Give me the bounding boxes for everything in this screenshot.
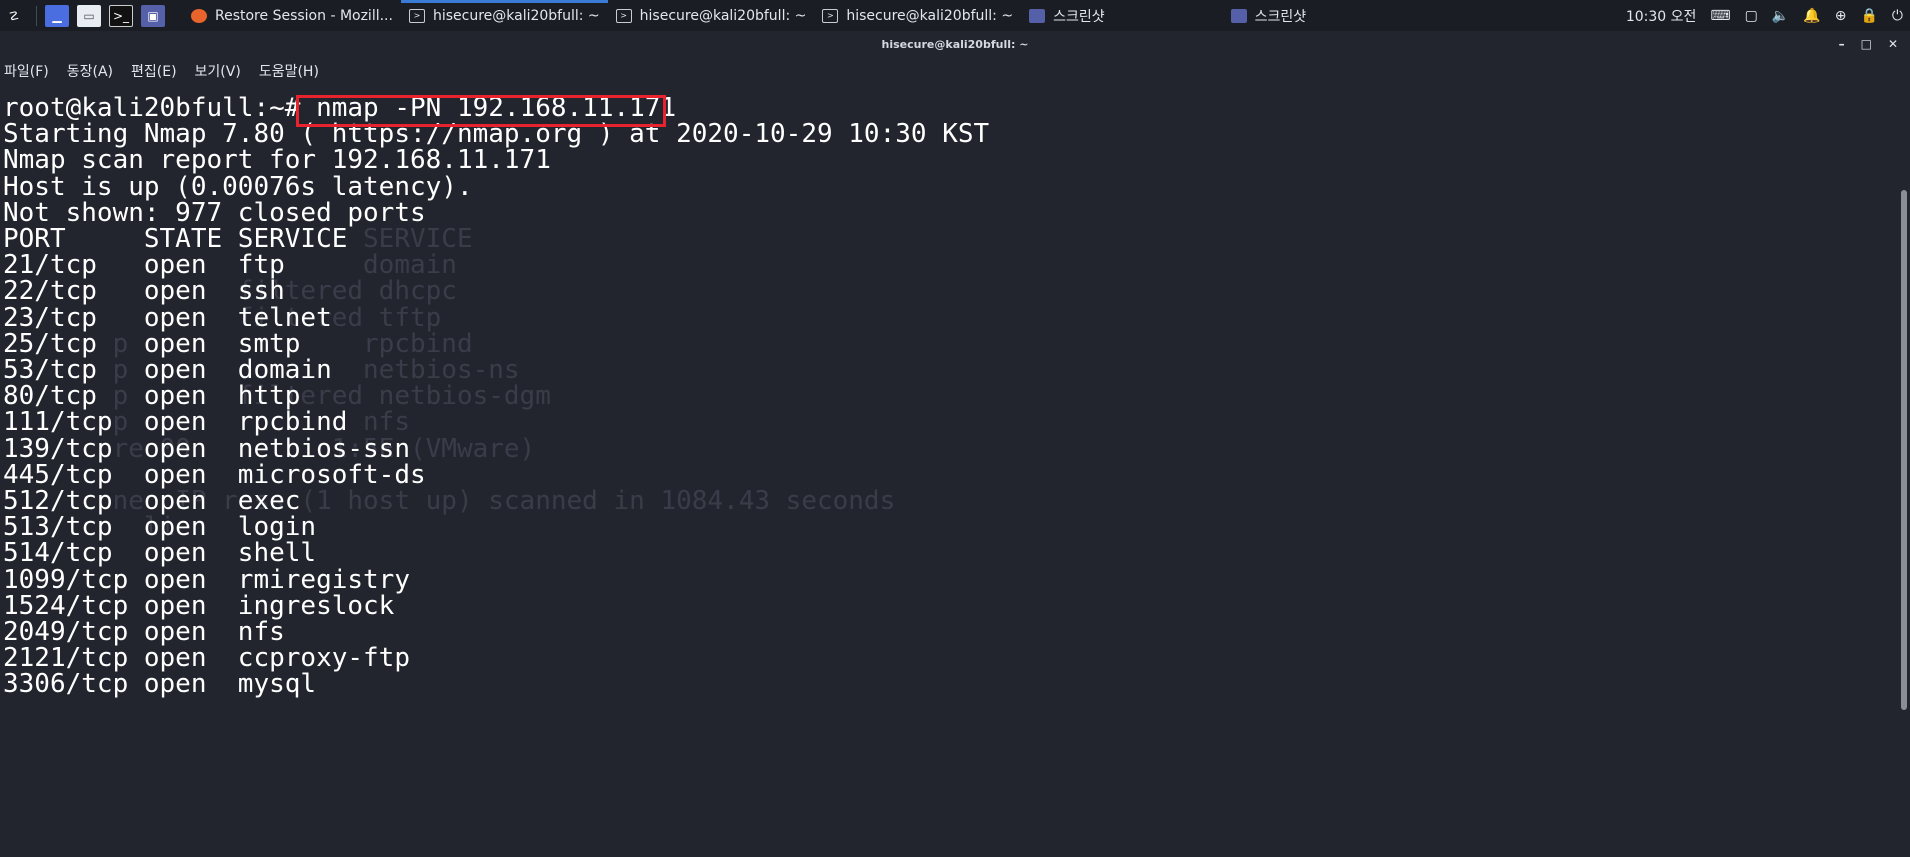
window-title: hisecure@kali20bfull: ~ [881, 37, 1029, 51]
menu-help[interactable]: 도움말(H) [259, 61, 319, 81]
clock[interactable]: 10:30 오전 [1626, 6, 1697, 26]
menu-bar: 파일(F) 동장(A) 편집(E) 보기(V) 도움말(H) [0, 57, 1910, 85]
scrollbar[interactable] [1896, 90, 1910, 857]
task-screenshot-1[interactable]: 스크린샷 [1021, 0, 1113, 31]
menu-file[interactable]: 파일(F) [4, 61, 49, 81]
file-manager-icon[interactable]: ▭ [77, 4, 101, 27]
update-icon[interactable]: ⊕ [1835, 8, 1847, 24]
task-screenshot-2[interactable]: 스크린샷 [1223, 0, 1315, 31]
task-label: 스크린샷 [1254, 8, 1307, 25]
terminal-icon: > [408, 8, 425, 23]
terminal-launcher-icon[interactable]: >_ [109, 4, 133, 27]
window-controls: – □ ✕ [1831, 31, 1906, 57]
menu-edit[interactable]: 편집(E) [131, 61, 177, 81]
menu-view[interactable]: 보기(V) [195, 61, 241, 81]
task-terminal-3[interactable]: > hisecure@kali20bfull: ~ [814, 0, 1021, 31]
firefox-icon [191, 8, 207, 23]
task-label: hisecure@kali20bfull: ~ [639, 7, 807, 24]
system-tray: 10:30 오전 ⌨ ▢ 🔈 🔔 ⊕ 🔒 ⏻ [1619, 0, 1910, 31]
scrollbar-thumb[interactable] [1901, 190, 1907, 710]
task-terminal-1[interactable]: > hisecure@kali20bfull: ~ [400, 0, 608, 31]
display-icon[interactable]: ▢ [1745, 8, 1758, 24]
terminal-icon: > [615, 8, 632, 23]
volume-icon[interactable]: 🔈 [1772, 8, 1789, 24]
task-label: Restore Session - Mozill... [215, 7, 393, 24]
menu-actions[interactable]: 동장(A) [67, 61, 113, 81]
screenshot-icon [1029, 8, 1046, 23]
task-label: hisecure@kali20bfull: ~ [432, 7, 600, 24]
keyboard-icon[interactable]: ⌨ [1710, 8, 1730, 24]
maximize-icon[interactable]: □ [1861, 37, 1872, 51]
close-icon[interactable]: ✕ [1888, 37, 1898, 51]
top-panel: ☡ ▁ ▭ >_ ▣ Restore Session - Mozill... >… [0, 0, 1910, 31]
kali-menu-icon[interactable]: ☡ [2, 5, 26, 27]
terminal-icon: > [822, 8, 839, 23]
task-label: hisecure@kali20bfull: ~ [846, 7, 1014, 24]
show-desktop-icon[interactable]: ▁ [45, 4, 69, 27]
screenshot-icon [1230, 8, 1247, 23]
command-highlight-box [296, 95, 666, 127]
notification-bell-icon[interactable]: 🔔 [1803, 8, 1820, 24]
minimize-icon[interactable]: – [1839, 37, 1845, 51]
panel-separator [36, 5, 37, 26]
taskbar: Restore Session - Mozill... > hisecure@k… [183, 0, 1314, 31]
task-label: 스크린샷 [1053, 8, 1105, 25]
task-firefox[interactable]: Restore Session - Mozill... [183, 0, 401, 31]
screenshot-launcher-icon[interactable]: ▣ [141, 4, 165, 27]
terminal-line: 3306/tcp open mysql [3, 669, 317, 700]
window-titlebar: hisecure@kali20bfull: ~ – □ ✕ [0, 31, 1910, 57]
lock-icon[interactable]: 🔒 [1860, 8, 1877, 24]
terminal-output[interactable]: root@kali20bfull:~# nmap -PN 192.168.11.… [0, 90, 1896, 857]
task-terminal-2[interactable]: > hisecure@kali20bfull: ~ [608, 0, 815, 31]
launcher: ☡ ▁ ▭ >_ ▣ [0, 0, 173, 31]
power-icon[interactable]: ⏻ [1892, 8, 1903, 24]
